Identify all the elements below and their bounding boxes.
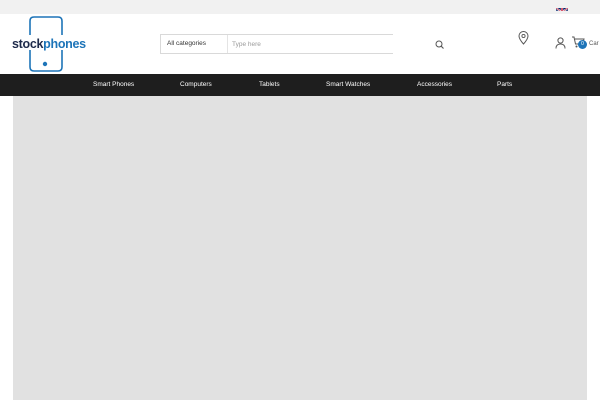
nav-item-parts[interactable]: Parts [497,74,512,96]
search-bar: All categories [160,34,393,54]
uk-flag-icon[interactable] [556,3,568,11]
cart-count-badge: 0 [578,40,587,49]
nav-item-smart-watches[interactable]: Smart Watches [326,74,370,96]
main-navigation: Smart Phones Computers Tablets Smart Wat… [0,74,600,96]
nav-item-accessories[interactable]: Accessories [417,74,452,96]
category-select[interactable]: All categories [161,35,228,53]
search-input[interactable] [228,35,393,53]
search-icon[interactable] [434,38,446,50]
content-loading-placeholder [13,96,587,400]
nav-item-tablets[interactable]: Tablets [259,74,280,96]
site-logo[interactable]: stockphones [11,15,86,73]
cart-label[interactable]: Car [589,41,599,47]
top-bar [0,0,600,14]
user-icon[interactable] [555,36,566,49]
site-header: stockphones All categories 0 Car [0,14,600,74]
nav-item-computers[interactable]: Computers [180,74,212,96]
nav-item-smart-phones[interactable]: Smart Phones [93,74,134,96]
logo-wordmark: stockphones [12,37,86,51]
location-pin-icon[interactable] [518,31,529,45]
